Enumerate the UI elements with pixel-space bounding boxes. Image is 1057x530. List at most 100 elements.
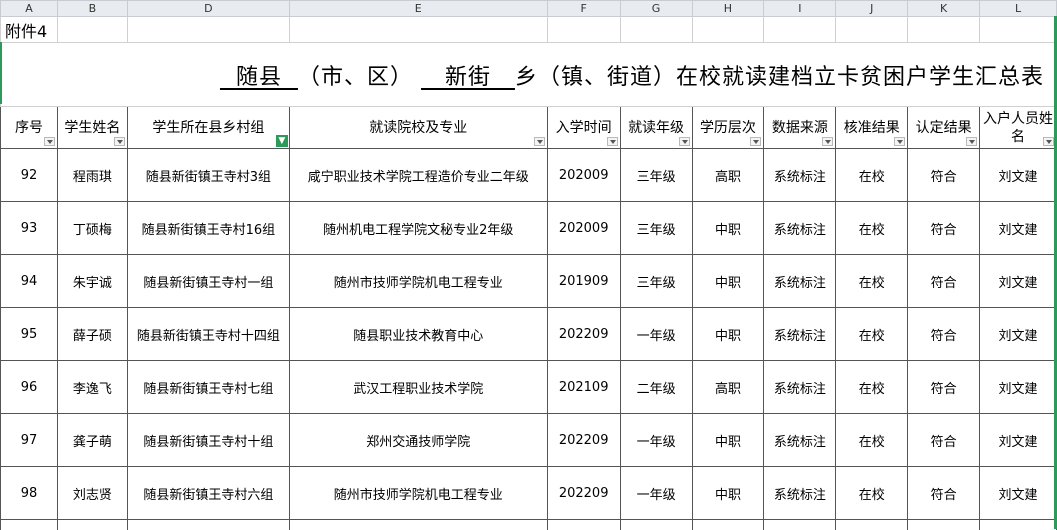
header-confirm-result[interactable]: 认定结果 xyxy=(908,107,980,149)
cell-village[interactable]: 随县新街镇王寺村一组 xyxy=(127,255,289,308)
cell-seq[interactable]: 96 xyxy=(1,361,58,414)
column-header[interactable]: L xyxy=(980,1,1057,17)
cell-source[interactable]: 系统标注 xyxy=(764,149,836,202)
cell-check[interactable]: 在校 xyxy=(836,255,908,308)
cell-visitor[interactable]: 刘文建 xyxy=(980,255,1057,308)
column-header[interactable]: H xyxy=(692,1,764,17)
filter-dropdown-icon[interactable] xyxy=(607,137,618,146)
cell-grade[interactable]: 二年级 xyxy=(620,361,692,414)
cell-name[interactable]: 薛子硕 xyxy=(57,308,127,361)
cell-enroll[interactable]: 202209 xyxy=(547,414,620,467)
cell-source[interactable]: 系统标注 xyxy=(764,361,836,414)
cell-source[interactable]: 系统标注 xyxy=(764,255,836,308)
cell-level[interactable]: 中职 xyxy=(692,414,764,467)
column-header[interactable]: A xyxy=(1,1,58,17)
cell[interactable] xyxy=(692,17,764,43)
filter-dropdown-icon[interactable] xyxy=(894,137,905,146)
cell[interactable] xyxy=(908,520,980,530)
cell-check[interactable]: 在校 xyxy=(836,467,908,520)
cell-seq[interactable]: 97 xyxy=(1,414,58,467)
cell-name[interactable]: 龚子萌 xyxy=(57,414,127,467)
cell[interactable] xyxy=(289,17,547,43)
spreadsheet[interactable]: A B D E F G H I J K L 附件4 随县 （市、区） 新街 乡（… xyxy=(0,0,1057,529)
filter-dropdown-icon[interactable] xyxy=(534,137,545,146)
title-cell[interactable]: 随县 （市、区） 新街 乡（镇、街道）在校就读建档立卡贫困户学生汇总表 xyxy=(1,43,1057,107)
cell-result[interactable]: 符合 xyxy=(908,202,980,255)
cell-visitor[interactable]: 刘文建 xyxy=(980,308,1057,361)
attachment-label-cell[interactable]: 附件4 xyxy=(1,17,58,43)
cell-school[interactable]: 随州机电工程学院文秘专业2年级 xyxy=(289,202,547,255)
header-seq[interactable]: 序号 xyxy=(1,107,58,149)
filter-dropdown-icon[interactable] xyxy=(822,137,833,146)
cell[interactable] xyxy=(57,17,127,43)
cell-school[interactable]: 咸宁职业技术学院工程造价专业二年级 xyxy=(289,149,547,202)
header-visitor-name[interactable]: 入户人员姓名 xyxy=(980,107,1057,149)
header-enroll-time[interactable]: 入学时间 xyxy=(547,107,620,149)
cell[interactable] xyxy=(836,17,908,43)
cell-enroll[interactable]: 202209 xyxy=(547,467,620,520)
cell-visitor[interactable]: 刘文建 xyxy=(980,467,1057,520)
cell[interactable] xyxy=(547,17,620,43)
cell-visitor[interactable]: 刘文建 xyxy=(980,414,1057,467)
cell-grade[interactable]: 一年级 xyxy=(620,467,692,520)
header-school-major[interactable]: 就读院校及专业 xyxy=(289,107,547,149)
cell-grade[interactable]: 三年级 xyxy=(620,202,692,255)
cell-level[interactable]: 中职 xyxy=(692,308,764,361)
cell-check[interactable]: 在校 xyxy=(836,308,908,361)
header-village[interactable]: 学生所在县乡村组▼ xyxy=(127,107,289,149)
cell-school[interactable]: 武汉工程职业技术学院 xyxy=(289,361,547,414)
cell[interactable] xyxy=(764,17,836,43)
sheet-grid[interactable]: A B D E F G H I J K L 附件4 随县 （市、区） 新街 乡（… xyxy=(0,0,1057,530)
column-header[interactable]: I xyxy=(764,1,836,17)
cell-seq[interactable]: 98 xyxy=(1,467,58,520)
cell-school[interactable]: 随县职业技术教育中心 xyxy=(289,308,547,361)
cell-level[interactable]: 中职 xyxy=(692,467,764,520)
cell-enroll[interactable]: 202209 xyxy=(547,308,620,361)
column-header[interactable]: B xyxy=(57,1,127,17)
cell[interactable] xyxy=(836,520,908,530)
cell-village[interactable]: 随县新街镇王寺村3组 xyxy=(127,149,289,202)
cell-name[interactable]: 程雨琪 xyxy=(57,149,127,202)
cell-source[interactable]: 系统标注 xyxy=(764,414,836,467)
cell-village[interactable]: 随县新街镇王寺村六组 xyxy=(127,467,289,520)
cell-school[interactable]: 随州市技师学院机电工程专业 xyxy=(289,255,547,308)
cell[interactable] xyxy=(289,520,547,530)
filter-dropdown-icon[interactable] xyxy=(1043,137,1054,146)
cell-name[interactable]: 丁硕梅 xyxy=(57,202,127,255)
cell-seq[interactable]: 94 xyxy=(1,255,58,308)
cell-name[interactable]: 刘志贤 xyxy=(57,467,127,520)
cell-enroll[interactable]: 202009 xyxy=(547,202,620,255)
filter-dropdown-icon[interactable] xyxy=(114,137,125,146)
cell-level[interactable]: 中职 xyxy=(692,202,764,255)
cell-enroll[interactable]: 202009 xyxy=(547,149,620,202)
cell-level[interactable]: 中职 xyxy=(692,255,764,308)
column-header[interactable]: G xyxy=(620,1,692,17)
cell-visitor[interactable]: 刘文建 xyxy=(980,149,1057,202)
column-header[interactable]: E xyxy=(289,1,547,17)
cell-visitor[interactable]: 刘文建 xyxy=(980,202,1057,255)
cell[interactable] xyxy=(547,520,620,530)
cell-grade[interactable]: 一年级 xyxy=(620,414,692,467)
cell-name[interactable]: 李逸飞 xyxy=(57,361,127,414)
cell-village[interactable]: 随县新街镇王寺村十组 xyxy=(127,414,289,467)
cell-seq[interactable]: 93 xyxy=(1,202,58,255)
cell-check[interactable]: 在校 xyxy=(836,202,908,255)
cell-result[interactable]: 符合 xyxy=(908,414,980,467)
cell-check[interactable]: 在校 xyxy=(836,414,908,467)
filter-active-icon[interactable]: ▼ xyxy=(276,135,288,147)
cell-name[interactable]: 朱宇诚 xyxy=(57,255,127,308)
cell-source[interactable]: 系统标注 xyxy=(764,308,836,361)
cell-check[interactable]: 在校 xyxy=(836,361,908,414)
filter-dropdown-icon[interactable] xyxy=(679,137,690,146)
column-header[interactable]: J xyxy=(836,1,908,17)
cell[interactable] xyxy=(1,520,58,530)
cell[interactable] xyxy=(692,520,764,530)
cell-school[interactable]: 郑州交通技师学院 xyxy=(289,414,547,467)
cell-grade[interactable]: 三年级 xyxy=(620,255,692,308)
cell-result[interactable]: 符合 xyxy=(908,308,980,361)
cell[interactable] xyxy=(620,17,692,43)
cell-result[interactable]: 符合 xyxy=(908,255,980,308)
cell-village[interactable]: 随县新街镇王寺村十四组 xyxy=(127,308,289,361)
cell[interactable] xyxy=(57,520,127,530)
header-check-result[interactable]: 核准结果 xyxy=(836,107,908,149)
